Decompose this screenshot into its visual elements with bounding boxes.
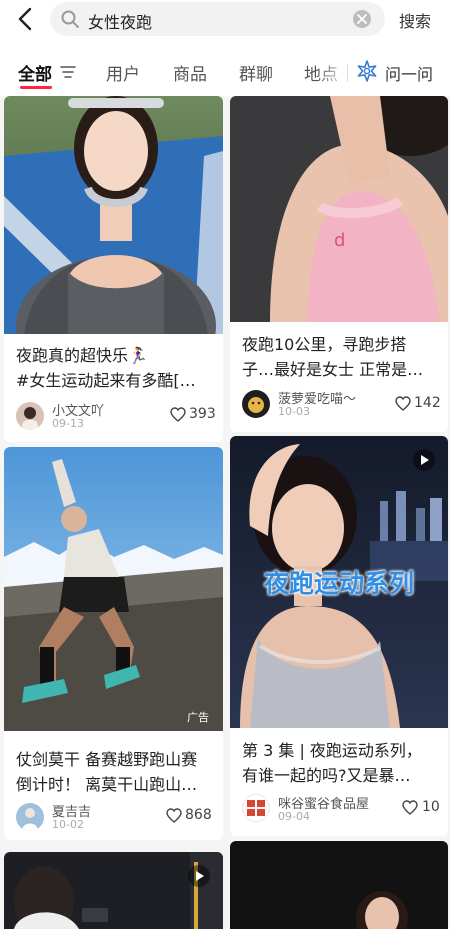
note-cover-image: d	[230, 96, 448, 322]
active-tab-indicator	[20, 86, 52, 89]
search-query: 女性夜跑	[88, 13, 153, 32]
avatar[interactable]	[242, 390, 270, 418]
heart-icon[interactable]	[402, 800, 418, 815]
note-card[interactable]: 夜跑真的超快乐🏃‍♀️ #女生运动起来有多酷[… 小文文吖 09-13 393	[4, 96, 223, 442]
note-date: 10-03	[278, 405, 310, 418]
heart-icon[interactable]	[395, 396, 411, 411]
play-icon[interactable]	[188, 865, 210, 887]
note-title: 倒计时！ 离莫干山跑山…	[16, 775, 198, 794]
note-title: 仗剑莫干 备赛越野跑山赛	[16, 750, 198, 769]
tab-products[interactable]: 商品	[173, 60, 207, 85]
search-icon	[60, 9, 80, 29]
clear-icon[interactable]	[353, 10, 371, 28]
ask-button[interactable]: 问一问	[385, 61, 433, 85]
note-card[interactable]: d 夜跑10公里，寻跑步搭 子…最好是女士 正常是… 菠萝爱吃喵～ 10-03 …	[230, 96, 448, 432]
note-date: 09-04	[278, 810, 310, 823]
heart-icon[interactable]	[166, 808, 182, 823]
like-count: 142	[414, 395, 441, 411]
video-overlay-caption: 夜跑运动系列	[263, 569, 414, 598]
note-card[interactable]: 夜跑运动系列 第 3 集 | 夜跑运动系列， 有谁一起的吗?又是暴… 咪谷蜜谷食…	[230, 436, 448, 836]
back-icon[interactable]	[12, 5, 40, 33]
tab-users[interactable]: 用户	[106, 60, 140, 85]
avatar[interactable]	[242, 794, 270, 822]
sparkle-icon[interactable]	[356, 60, 378, 86]
filter-tabs: 全部 用户 商品 群聊 地点	[0, 42, 450, 96]
note-card[interactable]	[4, 852, 223, 929]
note-cover-image	[4, 96, 223, 334]
tab-scroll-fade	[316, 56, 350, 86]
note-cover-image	[230, 841, 448, 929]
tab-groups[interactable]: 群聊	[239, 60, 273, 85]
note-title: 夜跑真的超快乐🏃‍♀️	[16, 346, 148, 365]
note-title: #女生运动起来有多酷[…	[16, 371, 196, 390]
like-count: 868	[185, 807, 212, 823]
search-input[interactable]: 女性夜跑	[50, 2, 385, 36]
note-cover-image	[4, 447, 223, 731]
search-button[interactable]: 搜索	[399, 8, 431, 32]
tab-all[interactable]: 全部	[18, 60, 52, 85]
note-cover-image	[4, 852, 223, 929]
note-title: 有谁一起的吗?又是暴…	[242, 766, 411, 785]
ad-badge: 广告	[187, 711, 209, 724]
avatar[interactable]	[16, 402, 44, 430]
filter-icon[interactable]	[60, 64, 76, 83]
avatar[interactable]	[16, 803, 44, 831]
note-title: 夜跑10公里，寻跑步搭	[242, 335, 407, 354]
heart-icon[interactable]	[170, 407, 186, 422]
note-date: 10-02	[52, 818, 84, 831]
svg-text:d: d	[334, 230, 345, 251]
like-count: 10	[422, 799, 440, 815]
note-card[interactable]: 广告 仗剑莫干 备赛越野跑山赛 倒计时！ 离莫干山跑山… 夏吉吉 10-02 8…	[4, 447, 223, 840]
note-card[interactable]	[230, 841, 448, 929]
note-title: 子…最好是女士 正常是…	[242, 360, 424, 379]
note-date: 09-13	[52, 417, 84, 430]
top-bar: 女性夜跑 搜索	[0, 0, 450, 42]
tab-divider	[347, 64, 348, 82]
play-icon[interactable]	[413, 449, 435, 471]
note-title: 第 3 集 | 夜跑运动系列，	[242, 741, 422, 760]
like-count: 393	[189, 406, 216, 422]
